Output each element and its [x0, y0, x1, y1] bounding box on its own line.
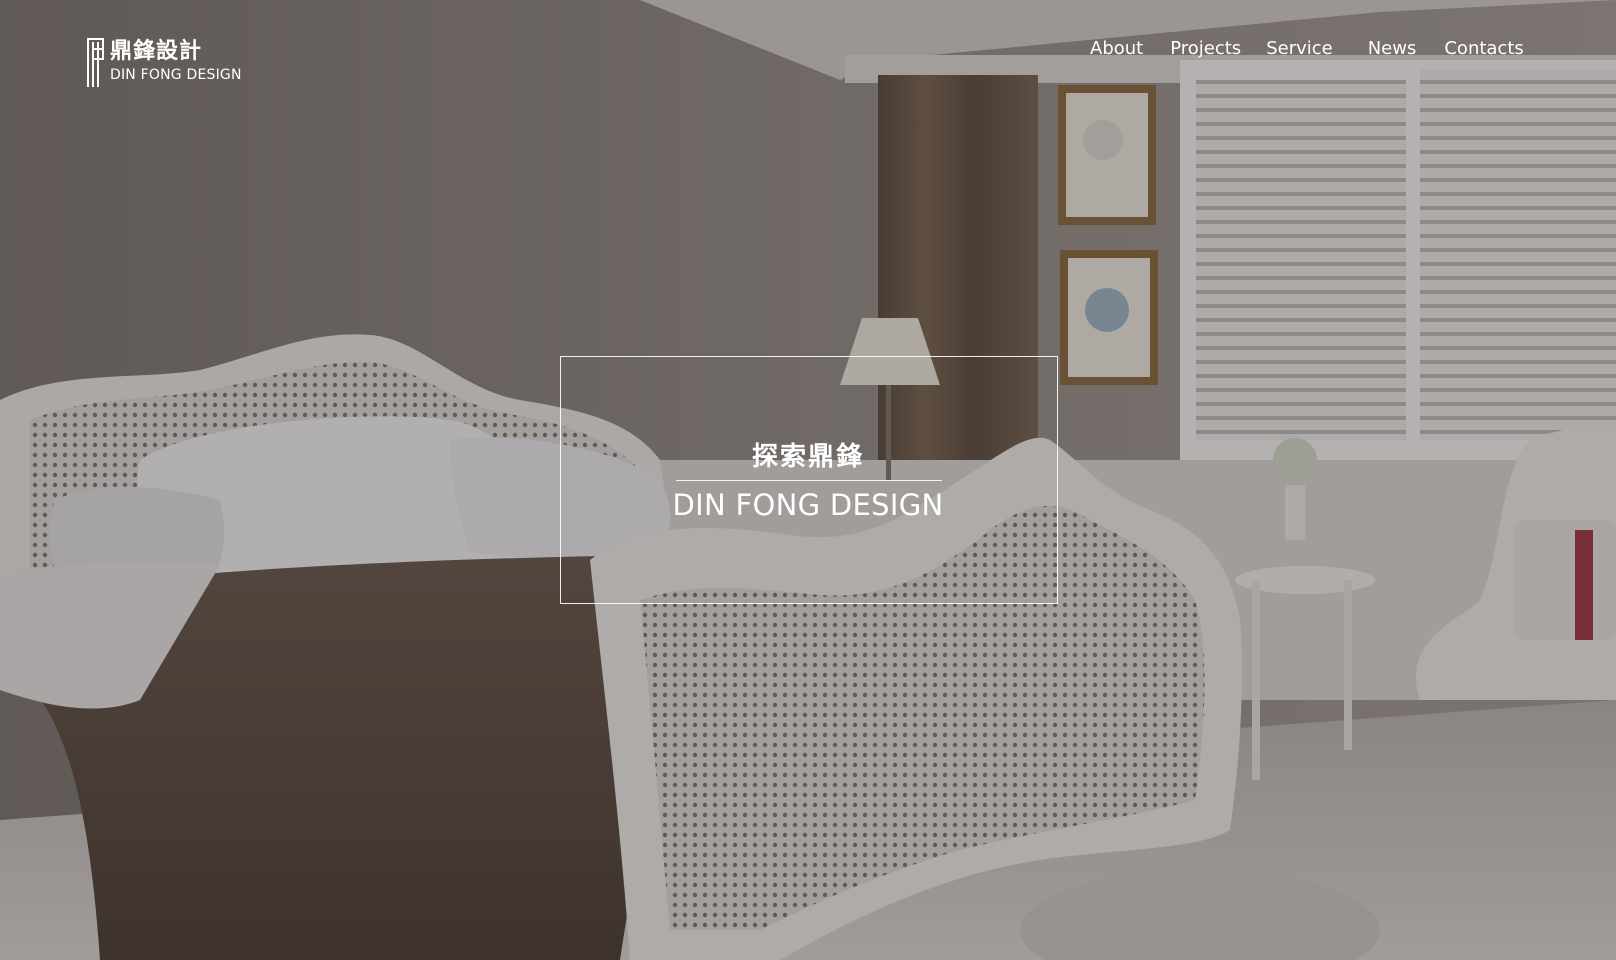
hero-title-divider	[676, 480, 942, 481]
nav-news-link[interactable]: News	[1368, 36, 1417, 62]
logo-text: 鼎鋒設計 DIN FONG DESIGN	[110, 38, 242, 84]
nav-about-link[interactable]: About	[1090, 36, 1143, 62]
nav-contacts-link[interactable]: Contacts	[1444, 36, 1523, 62]
nav-projects-link[interactable]: Projects	[1170, 36, 1241, 62]
nav-service-link[interactable]: Service	[1266, 36, 1333, 62]
logo-english-name: DIN FONG DESIGN	[110, 67, 242, 83]
hero-title-chinese: 探索鼎鋒	[751, 442, 864, 472]
logo-chinese-name: 鼎鋒設計	[110, 39, 203, 64]
site-logo[interactable]: 鼎鋒設計 DIN FONG DESIGN	[87, 38, 242, 87]
hero-section: 鼎鋒設計 DIN FONG DESIGN About Projects Serv…	[0, 0, 1616, 960]
main-navigation: About Projects Service News Contacts	[1090, 36, 1524, 62]
hero-title-english: DIN FONG DESIGN	[672, 488, 944, 522]
logo-mark-icon	[87, 38, 104, 87]
